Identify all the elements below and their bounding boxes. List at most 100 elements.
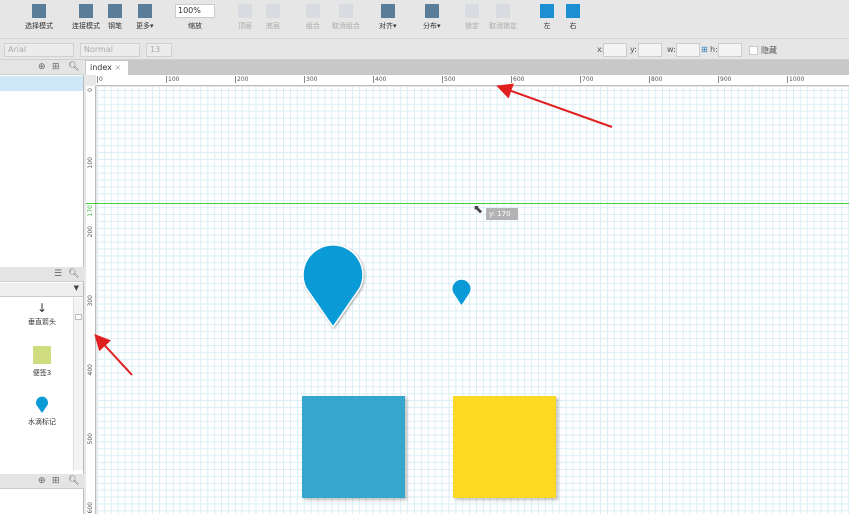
toolbar-label: 取消锁定 — [489, 22, 517, 30]
toolbar-button-0[interactable]: 选择模式 — [25, 4, 53, 31]
toolbar-label: 底层 — [266, 22, 280, 30]
library-item-sticky[interactable]: 便签3 — [17, 346, 67, 378]
toolbar-label: 对齐▾ — [379, 22, 397, 30]
add-folder-icon[interactable]: ⊞ — [52, 62, 60, 72]
toolbar-label: 更多▾ — [136, 22, 154, 30]
guide-line[interactable] — [86, 203, 849, 204]
search-icon[interactable]: 🔍︎ — [68, 476, 79, 486]
tab-index[interactable]: index × — [86, 61, 128, 75]
y-input[interactable] — [638, 43, 662, 57]
toolbar-label: 顶层 — [238, 22, 252, 30]
toolbar-button-11[interactable]: 锁定 — [465, 4, 479, 31]
font-style-select[interactable]: Normal — [80, 43, 140, 57]
close-icon[interactable]: × — [114, 63, 121, 72]
library-select[interactable]: ▼ — [0, 283, 83, 297]
toolbar-label: 分布▾ — [423, 22, 441, 30]
tab-bar — [85, 60, 849, 75]
add-page-icon[interactable]: ⊕ — [38, 62, 46, 72]
right-panel-icon — [566, 4, 580, 18]
toolbar-button-12[interactable]: 取消锁定 — [489, 4, 517, 31]
ruler-tick-label: 300 — [87, 295, 94, 307]
main-toolbar: 选择模式 连接模式 钢笔 更多▾ 100% 缩放 顶层 底层 组合 取消组合 对齐▾ 分布▾ 锁定 取消锁… — [0, 0, 849, 38]
ruler-tick-label: 300 — [304, 76, 318, 83]
ruler-tick-label: 600 — [87, 502, 94, 514]
add-folder-icon[interactable]: ⊞ — [52, 476, 60, 486]
sticky-note-icon — [33, 346, 51, 364]
ruler-tick-label: 800 — [649, 76, 663, 83]
unlock-icon — [496, 4, 510, 18]
toolbar-button-7[interactable]: 组合 — [306, 4, 320, 31]
font-size-select[interactable]: 13 — [146, 43, 172, 57]
library-item-vertical-arrow[interactable]: ↓ 垂直箭头 — [17, 302, 67, 327]
toolbar-button-6[interactable]: 底层 — [266, 4, 280, 31]
toolbar-button-10[interactable]: 分布▾ — [423, 4, 441, 31]
connect-mode-icon — [79, 4, 93, 18]
ruler-tick-label: 500 — [87, 433, 94, 445]
toolbar-label: 连接模式 — [72, 22, 100, 30]
blue-rectangle[interactable] — [302, 396, 405, 498]
search-icon[interactable]: 🔍︎ — [68, 269, 79, 279]
toolbar-button-1[interactable]: 连接模式 — [72, 4, 100, 31]
item-label: 水滴标记 — [28, 418, 56, 426]
toolbar-button-9[interactable]: 对齐▾ — [379, 4, 397, 31]
add-master-icon[interactable]: ⊕ — [38, 476, 46, 486]
bring-front-icon — [238, 4, 252, 18]
x-input[interactable] — [603, 43, 627, 57]
vertical-ruler: 0 100 170 200 300 400 500 600 — [86, 86, 96, 514]
zoom-control[interactable]: 100% 缩放 — [175, 4, 215, 31]
toolbar-button-3[interactable]: 更多▾ — [136, 4, 154, 31]
toolbar-button-8[interactable]: 取消组合 — [332, 4, 360, 31]
library-panel-header: ☰ 🔍︎ — [0, 267, 84, 282]
yellow-rectangle[interactable] — [453, 396, 556, 498]
ungroup-icon — [339, 4, 353, 18]
select-mode-icon — [32, 4, 46, 18]
font-family-select[interactable]: Arial — [4, 43, 74, 57]
group-icon — [306, 4, 320, 18]
arrow-down-icon: ↓ — [36, 301, 48, 315]
w-input[interactable] — [676, 43, 700, 57]
ruler-tick-label: 200 — [87, 226, 94, 238]
ruler-tick-label: 500 — [442, 76, 456, 83]
align-icon — [380, 4, 395, 18]
ruler-tick-label: 1000 — [787, 76, 805, 83]
drop-marker-large[interactable] — [300, 242, 370, 330]
pen-icon — [108, 4, 122, 18]
ruler-tick-label: 200 — [235, 76, 249, 83]
more-icon — [137, 4, 152, 18]
hidden-label: 隐藏 — [761, 46, 777, 55]
toolbar-label: 左 — [543, 22, 551, 30]
library-item-drop-marker[interactable]: 水滴标记 — [17, 396, 67, 427]
menu-icon[interactable]: ☰ — [54, 269, 62, 279]
h-input[interactable] — [718, 43, 742, 57]
ruler-tick-label: 100 — [87, 157, 94, 169]
toolbar-label: 组合 — [306, 22, 320, 30]
toolbar-button-5[interactable]: 顶层 — [238, 4, 252, 31]
ruler-tick-label: 600 — [511, 76, 525, 83]
lock-icon — [465, 4, 479, 18]
send-back-icon — [266, 4, 280, 18]
search-icon[interactable]: 🔍︎ — [68, 62, 79, 72]
toolbar-button-13[interactable]: 左 — [540, 4, 554, 31]
ruler-tick-label: 0 — [97, 76, 103, 83]
toolbar-label: 钢笔 — [108, 22, 122, 30]
chevron-down-icon: ▼ — [73, 284, 79, 292]
drop-marker-small[interactable] — [450, 278, 475, 308]
ruler-tick-label: 900 — [718, 76, 732, 83]
toolbar-button-2[interactable]: 钢笔 — [108, 4, 122, 31]
zoom-select[interactable]: 100% — [175, 4, 215, 18]
selected-page-row[interactable] — [0, 76, 83, 91]
toolbar-label: 取消组合 — [332, 22, 360, 30]
horizontal-ruler: 0 100 200 300 400 500 600 700 800 900 1000 — [96, 75, 849, 86]
ruler-tick-label: 400 — [373, 76, 387, 83]
pages-panel-header: ⊕ ⊞ 🔍︎ — [0, 60, 84, 75]
lock-ratio-icon[interactable]: ⊞ — [701, 45, 708, 54]
ruler-tick-label: 0 — [87, 88, 94, 92]
library-scrollbar[interactable] — [73, 298, 83, 470]
hidden-checkbox[interactable] — [749, 46, 758, 55]
ruler-tick-label: 400 — [87, 364, 94, 376]
item-label: 便签3 — [32, 369, 52, 377]
ruler-tick-label: 700 — [580, 76, 594, 83]
toolbar-label: 锁定 — [465, 22, 479, 30]
cursor-icon: ⬉ — [473, 202, 484, 216]
toolbar-button-14[interactable]: 右 — [566, 4, 580, 31]
